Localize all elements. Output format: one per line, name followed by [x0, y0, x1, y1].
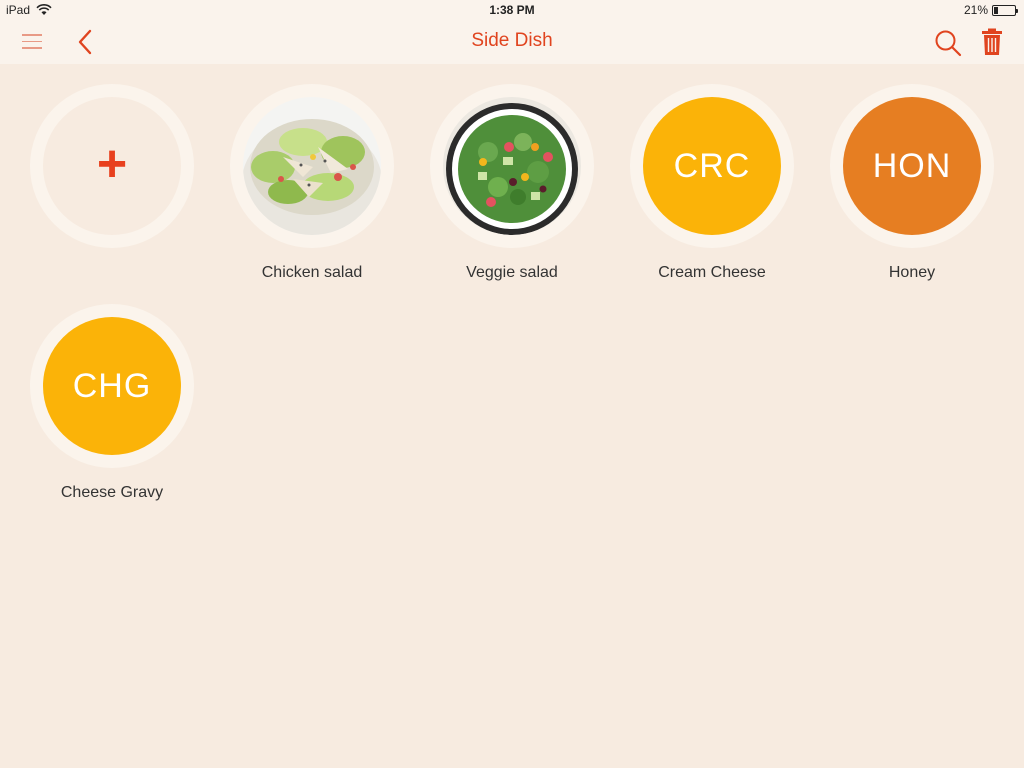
- dish-label: Veggie salad: [466, 264, 558, 281]
- add-inner-circle: +: [43, 97, 181, 235]
- dish-tile-honey[interactable]: HON Honey: [800, 64, 1000, 281]
- dish-abbreviation: CHG: [72, 366, 152, 405]
- honey-avatar: HON: [843, 97, 981, 235]
- battery-icon: [992, 4, 1018, 16]
- dish-label: Cream Cheese: [658, 264, 766, 281]
- dish-ring: HON: [830, 84, 994, 248]
- cheese-gravy-avatar: CHG: [43, 317, 181, 455]
- battery-percent: 21%: [963, 3, 988, 17]
- dish-ring: [230, 84, 394, 248]
- chicken-salad-photo: [243, 97, 381, 235]
- dish-tile-cream-cheese[interactable]: CRC Cream Cheese: [600, 64, 800, 281]
- dish-abbreviation: CRC: [673, 146, 751, 185]
- add-dish-tile[interactable]: +: [0, 64, 200, 274]
- plus-icon: +: [96, 135, 128, 193]
- page-title: Side Dish: [471, 30, 553, 51]
- dish-label: Honey: [888, 264, 936, 281]
- cream-cheese-avatar: CRC: [643, 97, 781, 235]
- dish-label: Cheese Gravy: [60, 484, 164, 501]
- dish-tile-veggie-salad[interactable]: Veggie salad: [400, 64, 600, 281]
- dish-tile-cheese-gravy[interactable]: CHG Cheese Gravy: [0, 284, 200, 501]
- status-bar: iPad 1:38 PM 21%: [0, 0, 1024, 20]
- dish-ring: [430, 84, 594, 248]
- trash-icon[interactable]: [981, 28, 1003, 56]
- dish-label: Chicken salad: [261, 264, 363, 281]
- dish-ring: CHG: [30, 304, 194, 468]
- nav-bar: Side Dish: [0, 20, 1024, 64]
- veggie-salad-photo: [443, 97, 581, 235]
- add-ring: +: [30, 84, 194, 248]
- dish-tile-chicken-salad[interactable]: Chicken salad: [200, 64, 400, 281]
- dish-abbreviation: HON: [872, 146, 952, 185]
- status-right: 21%: [963, 3, 1018, 17]
- dish-grid: + Chicken salad Veggie salad CRC Cream C…: [0, 64, 1024, 768]
- status-time: 1:38 PM: [489, 3, 535, 17]
- dish-ring: CRC: [630, 84, 794, 248]
- search-icon[interactable]: [934, 29, 962, 57]
